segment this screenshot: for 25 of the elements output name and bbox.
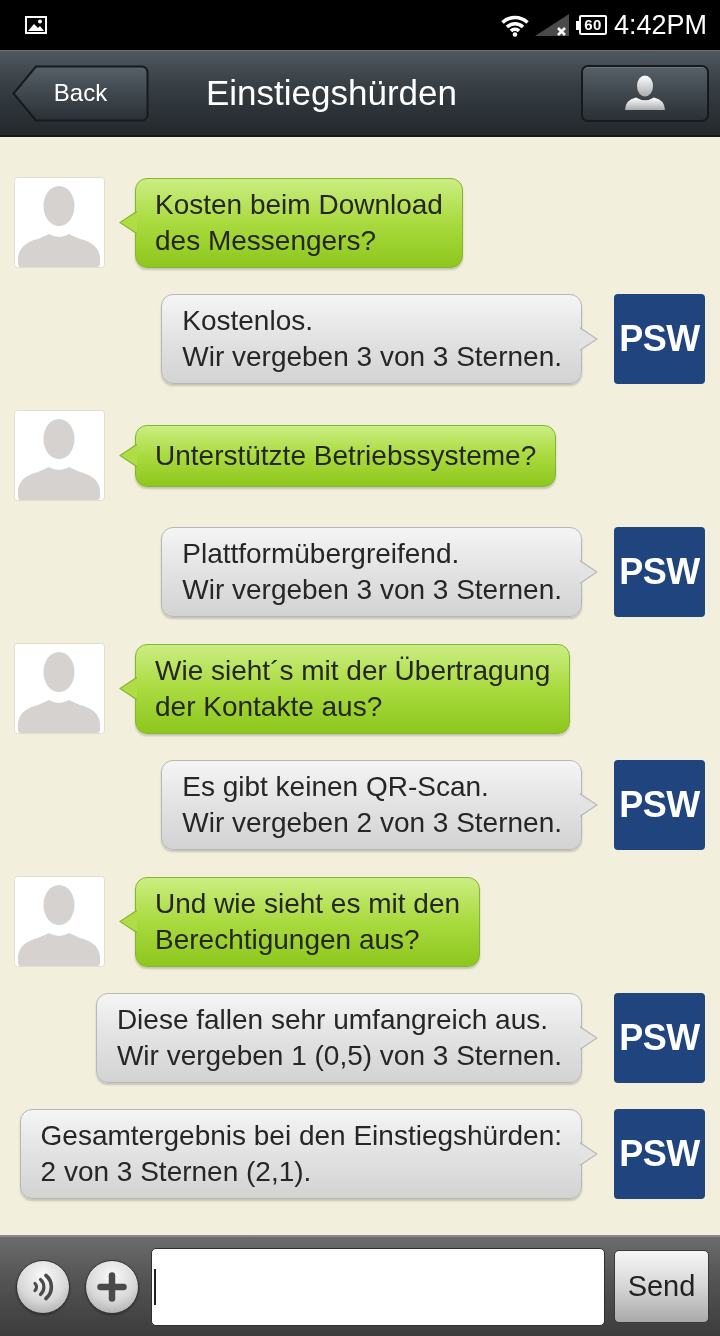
avatar-icon bbox=[14, 410, 105, 501]
add-button[interactable] bbox=[85, 1259, 139, 1314]
sound-waves-icon bbox=[32, 1272, 54, 1301]
text-cursor bbox=[154, 1268, 156, 1305]
sender-logo: PSW bbox=[614, 760, 705, 850]
image-icon bbox=[25, 16, 47, 34]
wifi-icon bbox=[500, 13, 531, 37]
message-input[interactable] bbox=[151, 1247, 605, 1326]
person-icon bbox=[624, 75, 666, 111]
sender-logo: PSW bbox=[614, 993, 705, 1083]
battery-indicator: 60 bbox=[576, 15, 607, 35]
sender-logo: PSW bbox=[614, 527, 705, 617]
send-button[interactable]: Send bbox=[614, 1250, 709, 1323]
avatar-icon bbox=[14, 177, 105, 268]
screen-title: Einstiegshürden bbox=[206, 72, 457, 114]
clock-time: 4:42PM bbox=[613, 10, 707, 40]
profile-button[interactable] bbox=[581, 64, 709, 122]
plus-icon bbox=[97, 1271, 127, 1302]
back-button[interactable]: Back bbox=[12, 64, 149, 122]
avatar-icon bbox=[14, 876, 105, 967]
sender-logo: PSW bbox=[614, 294, 705, 384]
avatar-icon bbox=[14, 643, 105, 734]
signal-icon bbox=[534, 13, 571, 37]
sender-logo: PSW bbox=[614, 1109, 705, 1199]
voice-button[interactable] bbox=[16, 1259, 70, 1314]
